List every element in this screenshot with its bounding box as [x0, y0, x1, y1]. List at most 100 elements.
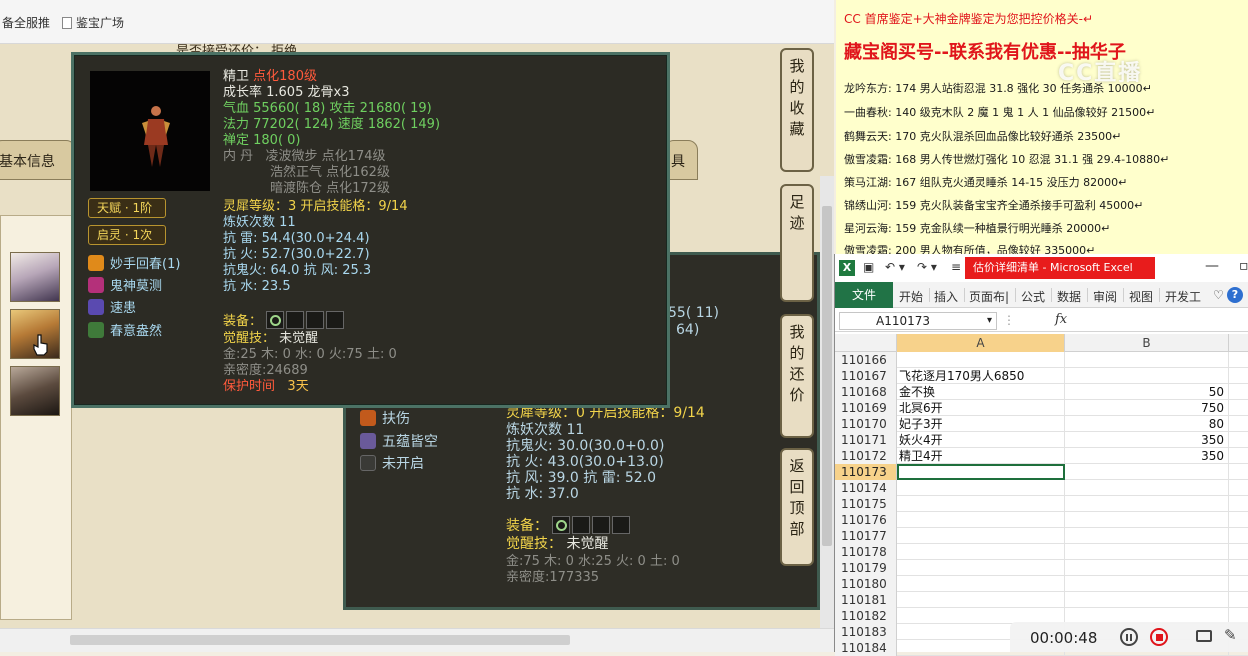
cell-a[interactable]: [897, 528, 1065, 544]
row-number[interactable]: 110172: [835, 448, 897, 464]
row-number[interactable]: 110168: [835, 384, 897, 400]
table-row[interactable]: 110168 金不换 50: [835, 384, 1248, 400]
table-row[interactable]: 110169 北冥6开 750: [835, 400, 1248, 416]
bookmark-2[interactable]: 鉴宝广场: [62, 14, 124, 31]
table-row[interactable]: 110166: [835, 352, 1248, 368]
table-row[interactable]: 110181: [835, 592, 1248, 608]
row-number[interactable]: 110180: [835, 576, 897, 592]
table-row[interactable]: 110172 精卫4开 350: [835, 448, 1248, 464]
camera-icon[interactable]: [1196, 630, 1212, 642]
cell-a[interactable]: 北冥6开: [897, 400, 1065, 416]
row-number[interactable]: 110178: [835, 544, 897, 560]
row-number[interactable]: 110182: [835, 608, 897, 624]
equip-slot-icon[interactable]: [306, 311, 325, 329]
cell-b[interactable]: [1065, 592, 1229, 608]
customize-icon[interactable]: ≡: [951, 260, 961, 274]
row-number[interactable]: 110181: [835, 592, 897, 608]
table-row[interactable]: 110178: [835, 544, 1248, 560]
column-header-a[interactable]: A: [897, 334, 1065, 352]
row-number[interactable]: 110179: [835, 560, 897, 576]
cell-a[interactable]: [897, 352, 1065, 368]
table-row[interactable]: 110170 妃子3开 80: [835, 416, 1248, 432]
table-row[interactable]: 110176: [835, 512, 1248, 528]
bookmark-1[interactable]: 备全服推: [2, 14, 50, 31]
cell-b[interactable]: [1065, 560, 1229, 576]
table-row[interactable]: 110174: [835, 480, 1248, 496]
cell-b[interactable]: 350: [1065, 448, 1229, 464]
row-number[interactable]: 110174: [835, 480, 897, 496]
table-row[interactable]: 110179: [835, 560, 1248, 576]
row-number[interactable]: 110166: [835, 352, 897, 368]
redo-icon[interactable]: ↷ ▾: [917, 260, 937, 274]
cell-b[interactable]: 350: [1065, 432, 1229, 448]
cell-a[interactable]: 妃子3开: [897, 416, 1065, 432]
row-number[interactable]: 110167: [835, 368, 897, 384]
tab-insert[interactable]: 插入: [934, 288, 958, 305]
cell-a[interactable]: [897, 512, 1065, 528]
equip-slot-icon[interactable]: [592, 516, 611, 534]
cell-a[interactable]: [897, 576, 1065, 592]
table-row[interactable]: 110177: [835, 528, 1248, 544]
pen-icon[interactable]: ✎: [1224, 626, 1237, 644]
row-number[interactable]: 110171: [835, 432, 897, 448]
cell-b[interactable]: [1065, 464, 1229, 480]
table-row[interactable]: 110180: [835, 576, 1248, 592]
ribbon-collapse-icon[interactable]: ♡: [1213, 288, 1224, 302]
cell-b[interactable]: [1065, 512, 1229, 528]
tab-review[interactable]: 审阅: [1093, 288, 1117, 305]
tab-page-layout[interactable]: 页面布|: [969, 288, 1009, 305]
cell-a[interactable]: [897, 560, 1065, 576]
row-number[interactable]: 110175: [835, 496, 897, 512]
cell-b[interactable]: [1065, 528, 1229, 544]
stop-icon[interactable]: [1150, 628, 1168, 646]
tab-formulas[interactable]: 公式: [1021, 288, 1045, 305]
equip-slot-icon[interactable]: [286, 311, 305, 329]
tab-home[interactable]: 开始: [899, 288, 923, 305]
cell-b[interactable]: 80: [1065, 416, 1229, 432]
undo-icon[interactable]: ↶ ▾: [885, 260, 905, 274]
row-number[interactable]: 110170: [835, 416, 897, 432]
my-counter-offer-button[interactable]: 我的还价: [780, 314, 814, 438]
equip-slot-icon[interactable]: [572, 516, 591, 534]
table-row[interactable]: 110175: [835, 496, 1248, 512]
row-number[interactable]: 110183: [835, 624, 897, 640]
row-number[interactable]: 110169: [835, 400, 897, 416]
horizontal-scrollbar[interactable]: [0, 628, 834, 652]
restore-icon[interactable]: ▫: [1239, 258, 1248, 274]
equip-slot-icon[interactable]: [326, 311, 345, 329]
cell-b[interactable]: [1065, 352, 1229, 368]
cell-a[interactable]: 金不换: [897, 384, 1065, 400]
cell-a[interactable]: 飞花逐月170男人6850: [897, 368, 1065, 384]
cell-b[interactable]: [1065, 544, 1229, 560]
my-favorites-button[interactable]: 我的收藏: [780, 48, 814, 172]
equip-slot-icon[interactable]: [612, 516, 631, 534]
cell-b[interactable]: [1065, 480, 1229, 496]
equip-slot-icon[interactable]: [266, 311, 285, 329]
minimize-icon[interactable]: —: [1205, 258, 1219, 274]
table-row[interactable]: 110167 飞花逐月170男人6850: [835, 368, 1248, 384]
back-to-top-button[interactable]: 返回顶部: [780, 448, 814, 566]
pet-avatar[interactable]: [10, 366, 60, 416]
tab-file[interactable]: 文件: [835, 282, 893, 308]
cell-a[interactable]: [897, 544, 1065, 560]
save-icon[interactable]: ▣: [863, 260, 874, 274]
cell-b[interactable]: 750: [1065, 400, 1229, 416]
pet-avatar[interactable]: [10, 252, 60, 302]
table-row[interactable]: 110173: [835, 464, 1248, 480]
tab-data[interactable]: 数据: [1057, 288, 1081, 305]
cell-a[interactable]: 精卫4开: [897, 448, 1065, 464]
cell-b[interactable]: [1065, 576, 1229, 592]
spreadsheet-grid[interactable]: A B 110166 110167 飞花逐月170男人6850 110168 金不换 50…: [835, 334, 1248, 656]
row-number[interactable]: 110176: [835, 512, 897, 528]
tab-basic-info[interactable]: 基本信息: [0, 140, 76, 180]
equip-slot-icon[interactable]: [552, 516, 571, 534]
name-box[interactable]: A110173 ▾: [839, 312, 997, 330]
cell-b[interactable]: 50: [1065, 384, 1229, 400]
table-row[interactable]: 110171 妖火4开 350: [835, 432, 1248, 448]
column-header-b[interactable]: B: [1065, 334, 1229, 352]
vertical-scrollbar[interactable]: [820, 176, 834, 628]
row-number[interactable]: 110173: [835, 464, 897, 480]
help-icon[interactable]: ?: [1227, 287, 1243, 303]
tab-developer[interactable]: 开发工: [1165, 288, 1201, 305]
cell-a[interactable]: [897, 496, 1065, 512]
